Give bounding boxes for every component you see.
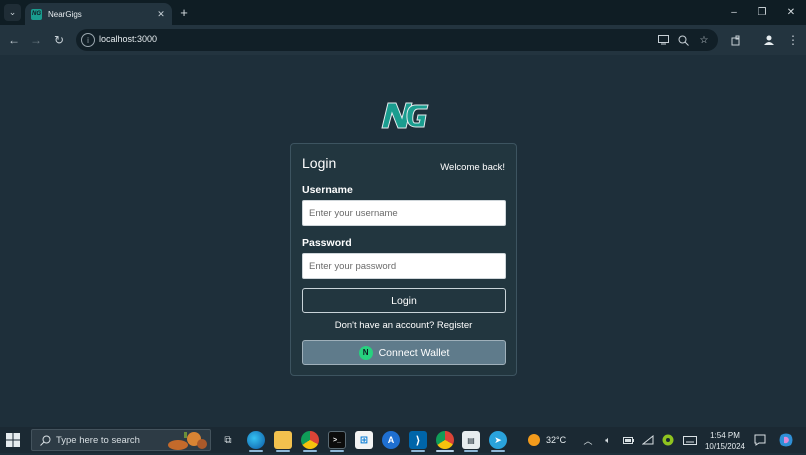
address-bar[interactable]: i localhost:3000 ☆ (76, 29, 718, 51)
tab-search-button[interactable]: ⌄ (4, 4, 21, 21)
app-icon[interactable]: A (382, 431, 400, 449)
search-icon (38, 433, 52, 447)
reload-button[interactable]: ↻ (50, 31, 68, 49)
taskbar-clock[interactable]: 1:54 PM 10/15/2024 (700, 430, 750, 452)
register-prompt: Don't have an account? (334, 320, 435, 331)
login-button[interactable]: Login (302, 288, 506, 313)
store-icon[interactable]: ⊞ (355, 431, 373, 449)
copilot-icon[interactable] (778, 432, 794, 448)
edge-icon[interactable] (247, 431, 265, 449)
windows-taskbar: Type here to search ⧉ >_ ⊞ A ⟩ ▤ ➤ 32°C … (0, 427, 806, 453)
register-link[interactable]: Register (437, 320, 472, 331)
tray-overflow-icon[interactable]: ︿ (581, 433, 595, 447)
vscode-icon[interactable]: ⟩ (409, 431, 427, 449)
search-highlight-illustration-icon (164, 430, 210, 450)
tray-app-icon[interactable] (661, 433, 675, 447)
menu-icon[interactable]: ⋮ (784, 31, 802, 49)
profile-icon[interactable] (760, 31, 778, 49)
password-label: Password (302, 237, 352, 249)
login-card: Login Welcome back! Username Password Lo… (290, 143, 517, 376)
tab-title: NearGigs (48, 9, 82, 19)
teams-icon[interactable]: ▤ (462, 431, 480, 449)
username-label: Username (302, 184, 353, 196)
keyboard-icon[interactable] (683, 433, 697, 447)
extensions-icon[interactable] (727, 31, 745, 49)
file-explorer-icon[interactable] (274, 431, 292, 449)
password-input[interactable] (302, 253, 506, 279)
chrome-icon[interactable] (301, 431, 319, 449)
login-title: Login (302, 155, 337, 171)
weather-sun-icon[interactable] (528, 434, 540, 446)
clock-time: 1:54 PM (710, 431, 740, 440)
taskbar-search-box[interactable]: Type here to search (31, 429, 211, 451)
connect-wallet-label: Connect Wallet (378, 346, 450, 359)
clock-date: 10/15/2024 (704, 442, 746, 451)
zoom-icon[interactable] (676, 33, 690, 47)
url-text[interactable]: localhost:3000 (99, 34, 157, 44)
browser-tab-strip: ⌄ NG NearGigs ✕ + – ❐ ✕ (0, 0, 806, 25)
notification-icon[interactable] (753, 433, 767, 447)
username-input[interactable] (302, 200, 506, 226)
page-content: Login Welcome back! Username Password Lo… (0, 55, 806, 427)
welcome-text: Welcome back! (440, 162, 505, 173)
neargigs-favicon-icon: NG (31, 8, 42, 20)
forward-button[interactable]: → (27, 31, 45, 49)
minimize-button[interactable]: – (720, 0, 748, 25)
new-tab-button[interactable]: + (177, 5, 191, 20)
wifi-icon[interactable] (641, 433, 655, 447)
battery-icon[interactable] (621, 433, 635, 447)
telegram-icon[interactable]: ➤ (489, 431, 507, 449)
back-button[interactable]: ← (5, 31, 23, 49)
terminal-icon[interactable]: >_ (328, 431, 346, 449)
browser-tab-neargigs[interactable]: NG NearGigs ✕ (25, 3, 172, 25)
browser-toolbar: ← → ↻ i localhost:3000 ☆ ⋮ (0, 25, 806, 55)
near-wallet-icon: N (358, 345, 373, 360)
restore-button[interactable]: ❐ (748, 0, 776, 25)
volume-icon[interactable]: 🔈︎ (601, 433, 615, 447)
chrome-active-icon[interactable] (436, 431, 454, 449)
register-row: Don't have an account? Register (291, 320, 516, 331)
bookmark-star-icon[interactable]: ☆ (697, 33, 711, 47)
neargigs-logo (378, 100, 432, 130)
tab-close-icon[interactable]: ✕ (155, 8, 167, 20)
site-info-icon[interactable]: i (81, 33, 95, 47)
close-window-button[interactable]: ✕ (777, 0, 805, 25)
install-icon[interactable] (656, 33, 670, 47)
search-placeholder: Type here to search (56, 435, 140, 446)
connect-wallet-button[interactable]: N Connect Wallet (302, 340, 506, 365)
weather-temperature[interactable]: 32°C (546, 435, 566, 445)
windows-start-icon[interactable] (6, 433, 20, 447)
task-view-icon[interactable]: ⧉ (219, 431, 237, 449)
